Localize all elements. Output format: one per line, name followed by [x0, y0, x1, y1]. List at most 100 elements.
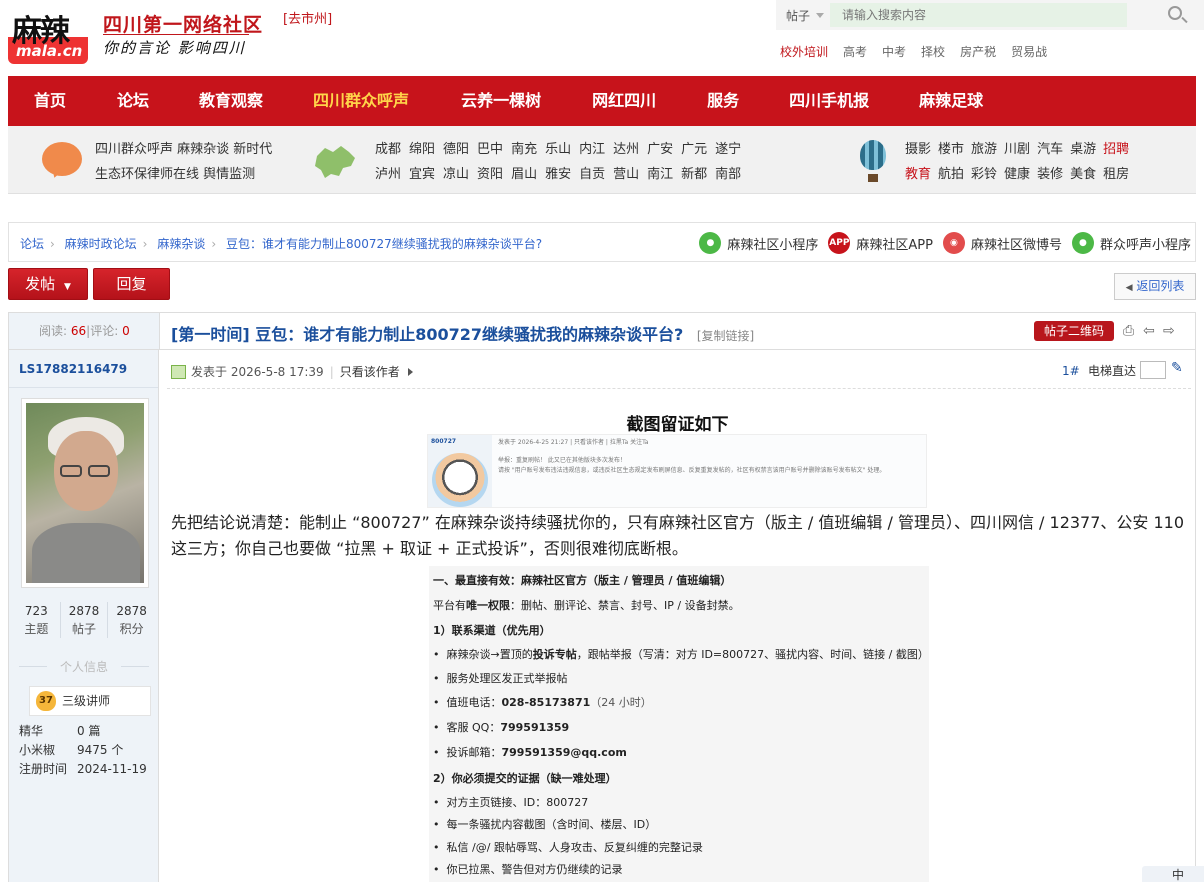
- comment-label: 评论:: [90, 324, 119, 338]
- quick-link-zhongkao[interactable]: 中考: [882, 43, 906, 60]
- nav-mobile-news[interactable]: 四川手机报: [789, 76, 869, 126]
- quick-link-property-tax[interactable]: 房产税: [960, 43, 996, 60]
- city-link[interactable]: 巴中: [477, 142, 503, 157]
- life-link[interactable]: 桌游: [1070, 142, 1096, 157]
- author-stat[interactable]: 2878 帖子: [61, 602, 109, 638]
- city-link[interactable]: 资阳: [477, 167, 503, 182]
- city-link[interactable]: 广安: [647, 142, 673, 157]
- comment-count: 0: [122, 324, 130, 338]
- nav-adopt-tree[interactable]: 云养一棵树: [461, 76, 541, 126]
- new-post-button[interactable]: 发帖 ▼: [8, 268, 88, 300]
- stat-label: 帖子: [72, 622, 97, 636]
- author-stat[interactable]: 723 主题: [13, 602, 61, 638]
- nav-football[interactable]: 麻辣足球: [919, 76, 983, 126]
- city-link[interactable]: 南充: [511, 142, 537, 157]
- quick-link-gaokao[interactable]: 高考: [843, 43, 867, 60]
- city-link[interactable]: 南江: [647, 167, 673, 182]
- shot-text: ：删帖、删评论、禁言、封号、IP / 设备封禁。: [510, 599, 740, 612]
- copy-link-button[interactable]: [复制链接]: [697, 329, 754, 343]
- back-to-list-button[interactable]: ◀ 返回列表: [1114, 273, 1196, 300]
- site-logo[interactable]: 麻辣 mala.cn: [8, 4, 88, 64]
- life-link[interactable]: 健康: [1004, 167, 1030, 182]
- wechat-icon: ●: [699, 232, 722, 254]
- floating-tool-button[interactable]: 中: [1142, 866, 1204, 882]
- avatar-body: [32, 523, 140, 583]
- city-link[interactable]: 达州: [613, 142, 639, 157]
- floor-number[interactable]: 1#: [1062, 364, 1080, 378]
- search-input[interactable]: [830, 3, 1127, 27]
- qr-code-button[interactable]: 帖子二维码: [1034, 321, 1114, 341]
- city-link[interactable]: 乐山: [545, 142, 571, 157]
- search-icon[interactable]: [1168, 6, 1182, 20]
- life-link[interactable]: 装修: [1037, 167, 1063, 182]
- floor-jump-input[interactable]: [1140, 361, 1166, 379]
- quick-link-trade-war[interactable]: 贸易战: [1011, 43, 1047, 60]
- avatar[interactable]: [21, 398, 149, 588]
- city-link[interactable]: 泸州: [375, 167, 401, 182]
- app-link-miniprogram[interactable]: ● 麻辣社区小程序: [699, 232, 818, 254]
- print-icon[interactable]: ⎙: [1123, 323, 1134, 339]
- breadcrumb-item[interactable]: 麻辣杂谈: [157, 237, 205, 251]
- city-switch-link[interactable]: [去市州]: [283, 8, 332, 27]
- nav-service[interactable]: 服务: [707, 76, 739, 126]
- city-link[interactable]: 眉山: [511, 167, 537, 182]
- city-link[interactable]: 新都: [681, 167, 707, 182]
- nav-education[interactable]: 教育观察: [199, 76, 263, 126]
- life-link[interactable]: 彩铃: [971, 167, 997, 182]
- life-link[interactable]: 摄影: [905, 142, 931, 157]
- breadcrumb-item[interactable]: 麻辣时政论坛: [65, 237, 137, 251]
- go-arrow-icon[interactable]: ✎: [1171, 360, 1183, 376]
- city-link[interactable]: 内江: [579, 142, 605, 157]
- life-link[interactable]: 楼市: [938, 142, 964, 157]
- nav-home[interactable]: 首页: [34, 76, 66, 126]
- nav-influencer[interactable]: 网红四川: [592, 76, 656, 126]
- city-link[interactable]: 凉山: [443, 167, 469, 182]
- city-link[interactable]: 自贡: [579, 167, 605, 182]
- shot-avatar: [432, 453, 488, 507]
- quick-link-school[interactable]: 择校: [921, 43, 945, 60]
- author-stat[interactable]: 2878 积分: [108, 602, 155, 638]
- app-link-app[interactable]: APP 麻辣社区APP: [828, 232, 933, 254]
- city-link[interactable]: 南部: [715, 167, 741, 182]
- screenshot-image-1: 800727 发表于 2026-4-25 21:27 | 只看该作者 | 拉黑T…: [427, 434, 927, 508]
- life-link[interactable]: 旅游: [971, 142, 997, 157]
- city-link[interactable]: 遂宁: [715, 142, 741, 157]
- screenshot-image-2: 一、最直接有效：麻辣社区官方（版主 / 管理员 / 值班编辑） 平台有唯一权限：…: [429, 566, 929, 882]
- life-link[interactable]: 招聘: [1103, 142, 1129, 157]
- life-link[interactable]: 川剧: [1004, 142, 1030, 157]
- app-link-voice-miniprogram[interactable]: ● 群众呼声小程序: [1071, 232, 1191, 254]
- sub-nav-topic-line[interactable]: 四川群众呼声 麻辣杂谈 新时代: [95, 137, 272, 162]
- life-link[interactable]: 航拍: [938, 167, 964, 182]
- city-link[interactable]: 绵阳: [409, 142, 435, 157]
- breadcrumb-item[interactable]: 豆包：谁才有能力制止800727继续骚扰我的麻辣杂谈平台?: [226, 237, 542, 251]
- search-bar: 帖子: [776, 0, 1204, 30]
- sub-nav-topic-line[interactable]: 生态环保律师在线 舆情监测: [95, 162, 272, 187]
- life-link[interactable]: 汽车: [1037, 142, 1063, 157]
- life-link[interactable]: 租房: [1103, 167, 1129, 182]
- author-name[interactable]: LS17882116479: [19, 362, 127, 376]
- city-link[interactable]: 广元: [681, 142, 707, 157]
- chevron-right-icon[interactable]: [407, 367, 413, 376]
- nav-forum[interactable]: 论坛: [117, 76, 149, 126]
- nav-public-voice[interactable]: 四川群众呼声: [313, 76, 409, 126]
- breadcrumb-item[interactable]: 论坛: [20, 237, 44, 251]
- quick-link-training[interactable]: 校外培训: [780, 43, 828, 60]
- site-slogan: 你的言论 影响四川: [103, 39, 246, 57]
- life-link[interactable]: 教育: [905, 167, 931, 182]
- author-stats: 723 主题 2878 帖子 2878 积分: [13, 602, 155, 638]
- shot-list-item: 投诉邮箱：799591359@qq.com: [433, 744, 627, 760]
- life-link[interactable]: 美食: [1070, 167, 1096, 182]
- city-link[interactable]: 宜宾: [409, 167, 435, 182]
- city-link[interactable]: 营山: [613, 167, 639, 182]
- search-type-select[interactable]: 帖子: [786, 7, 810, 24]
- prev-thread-icon[interactable]: ⇦: [1143, 323, 1155, 339]
- only-author-link[interactable]: 只看该作者: [340, 363, 400, 380]
- city-link[interactable]: 雅安: [545, 167, 571, 182]
- city-link[interactable]: 德阳: [443, 142, 469, 157]
- app-link-weibo[interactable]: ◉ 麻辣社区微博号: [942, 232, 1062, 254]
- shot-meta-line: 发表于 2026-4-25 21:27 | 只看该作者 | 拉黑Ta 关注Ta: [498, 439, 649, 446]
- city-link[interactable]: 成都: [375, 142, 401, 157]
- shot-text-line: 举报：重复刷帖！ 此又已在其他版块多次发布！: [498, 457, 626, 464]
- reply-button[interactable]: 回复: [93, 268, 170, 300]
- next-thread-icon[interactable]: ⇨: [1163, 323, 1175, 339]
